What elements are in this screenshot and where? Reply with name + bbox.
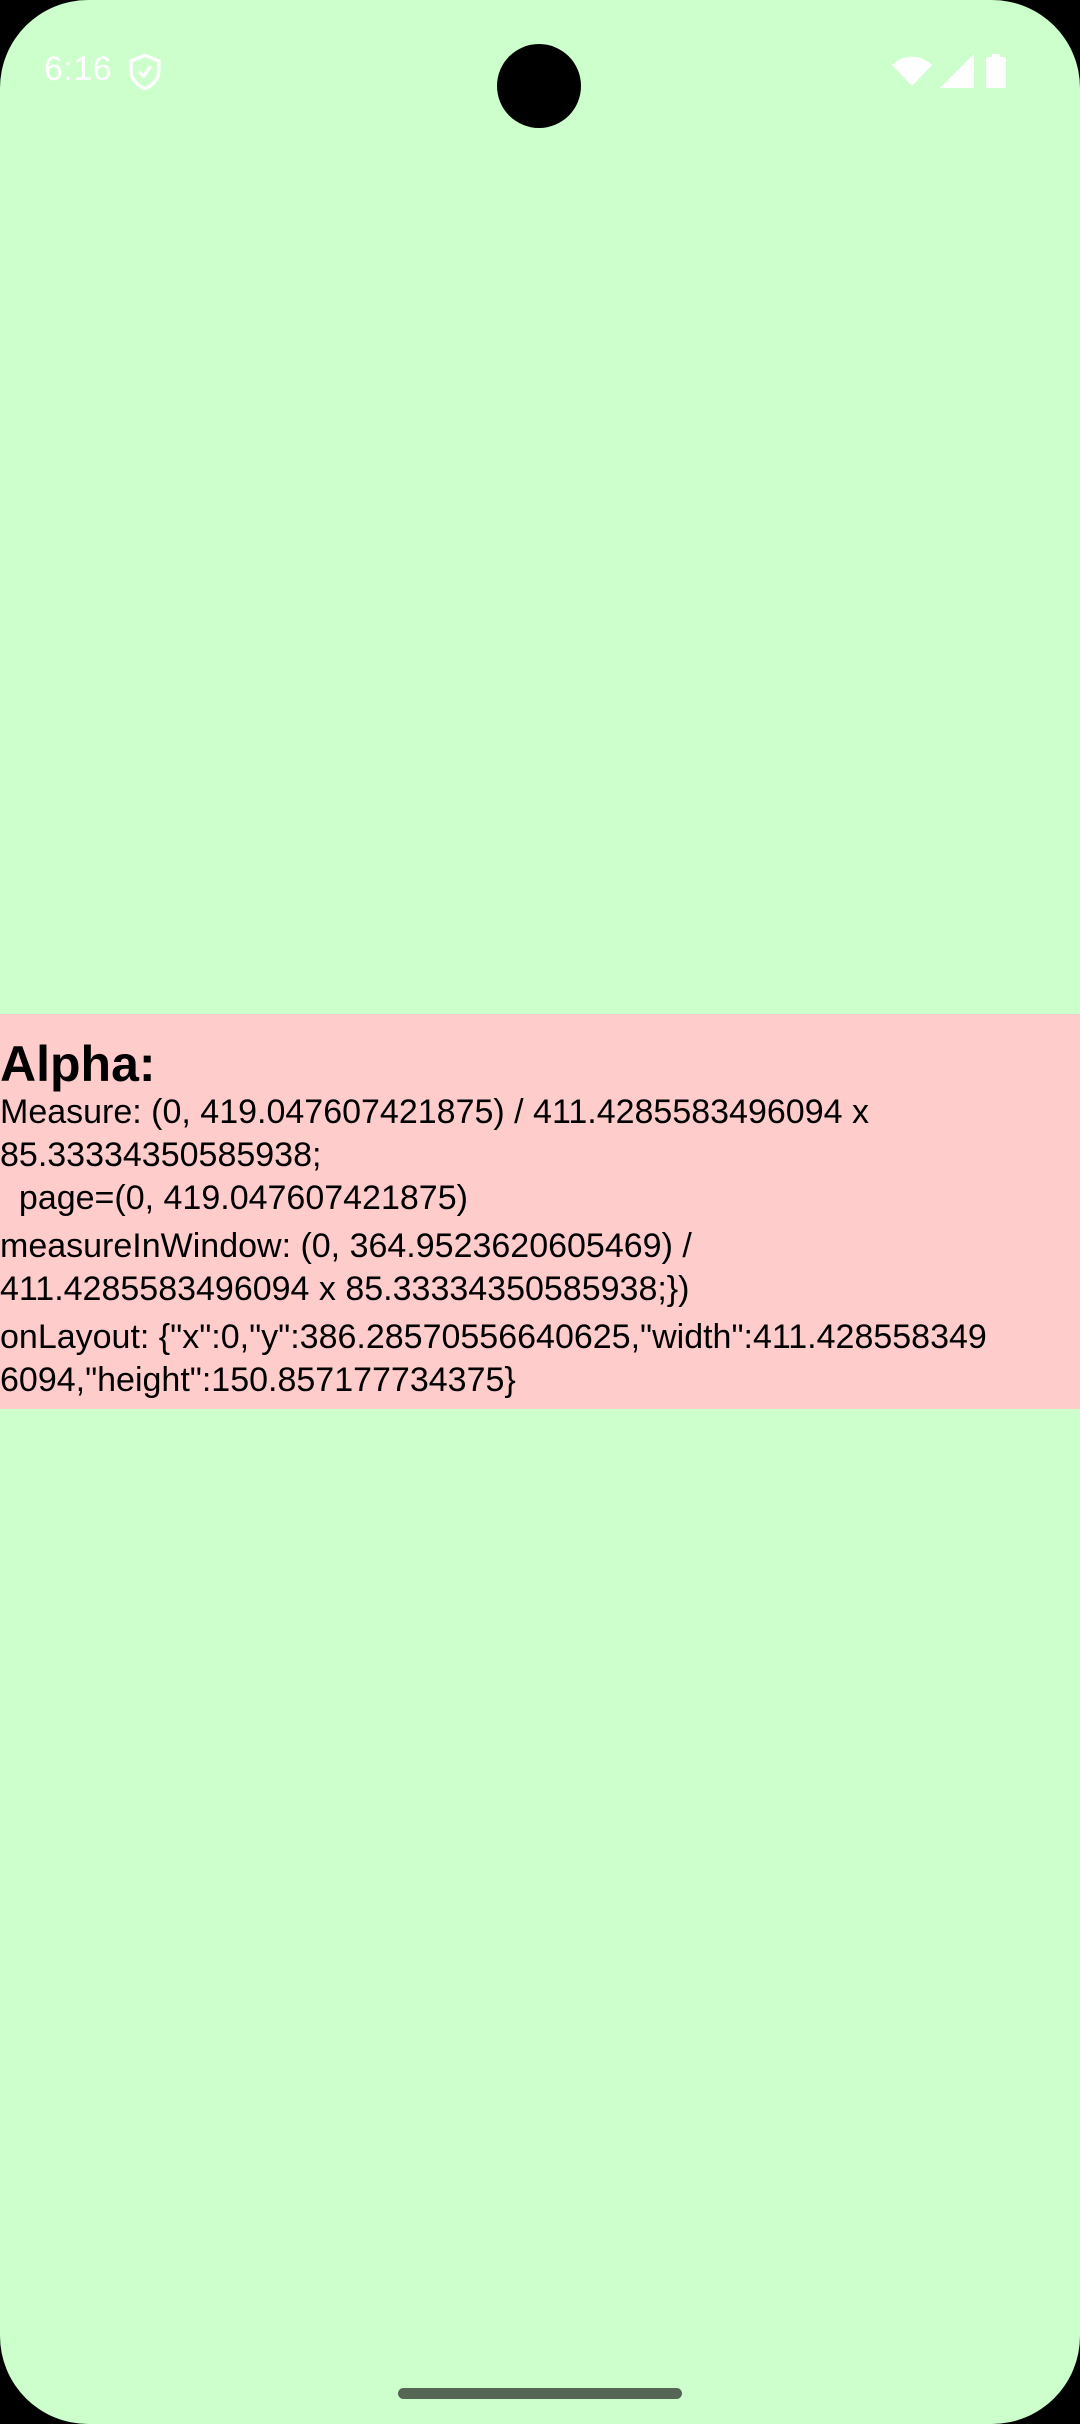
camera-cutout — [497, 44, 581, 128]
on-layout-line: onLayout: {"x":0,"y":386.28570556640625,… — [0, 1318, 987, 1356]
wifi-icon — [892, 56, 932, 86]
shield-icon — [129, 54, 161, 90]
measure-line-continued: 85.33334350585938; — [0, 1136, 322, 1174]
home-indicator[interactable] — [398, 2388, 682, 2399]
status-bar: 6:16 — [0, 0, 1080, 140]
measure-in-window-line: measureInWindow: (0, 364.9523620605469) … — [0, 1227, 692, 1265]
measure-page-line: page=(0, 419.047607421875) — [0, 1179, 468, 1217]
measure-line: Measure: (0, 419.047607421875) / 411.428… — [0, 1093, 869, 1131]
measure-panel: Alpha: Measure: (0, 419.047607421875) / … — [0, 1014, 1080, 1409]
app-screen: 6:16 Alpha: Measure: (0, 419.04760742187… — [0, 0, 1080, 2424]
battery-icon — [986, 54, 1006, 88]
measure-in-window-line-continued: 411.4285583496094 x 85.33334350585938;}) — [0, 1270, 690, 1308]
on-layout-line-continued: 6094,"height":150.857177734375} — [0, 1361, 516, 1399]
signal-icon — [940, 54, 974, 88]
status-time: 6:16 — [44, 50, 113, 88]
